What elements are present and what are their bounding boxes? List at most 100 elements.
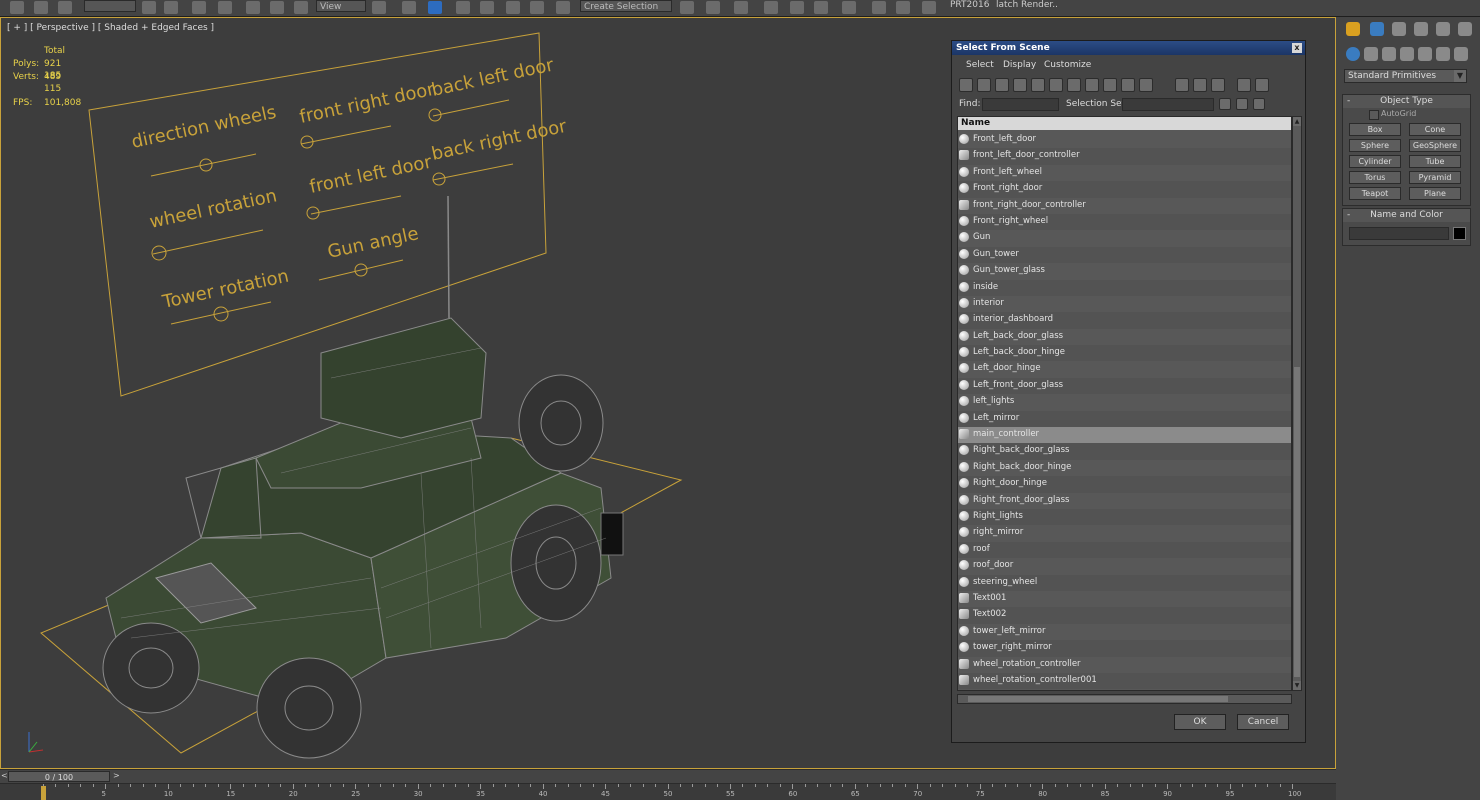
display-lights-icon[interactable] <box>995 78 1009 92</box>
pivot-icon[interactable] <box>372 1 386 14</box>
filter-icon[interactable] <box>1237 78 1251 92</box>
unlink-icon[interactable] <box>34 1 48 14</box>
scroll-up-arrow[interactable]: ▲ <box>1293 117 1301 126</box>
list-item[interactable]: interior <box>958 296 1291 312</box>
display-frozen-icon[interactable] <box>1139 78 1153 92</box>
edit-named-selection-icon[interactable] <box>556 1 570 14</box>
layer-manager-icon[interactable] <box>734 1 748 14</box>
rendered-frame-icon[interactable] <box>896 1 910 14</box>
list-item[interactable]: tower_right_mirror <box>958 640 1291 657</box>
hierarchy-icon[interactable] <box>1255 78 1269 92</box>
time-next-arrow[interactable]: > <box>113 771 120 780</box>
list-item[interactable]: Right_front_door_glass <box>958 493 1291 509</box>
select-invert-icon[interactable] <box>1211 78 1225 92</box>
vertical-scroll-thumb[interactable] <box>1294 367 1300 677</box>
render-setup-icon[interactable] <box>872 1 886 14</box>
bind-icon[interactable] <box>58 1 72 14</box>
display-geometry-icon[interactable] <box>959 78 973 92</box>
list-item[interactable]: Right_lights <box>958 508 1291 526</box>
display-spacewarps-icon[interactable] <box>1049 78 1063 92</box>
geometry-icon[interactable] <box>1346 47 1360 61</box>
select-by-name-icon[interactable] <box>164 1 178 14</box>
list-item[interactable]: Right_back_door_hinge <box>958 460 1291 476</box>
list-item[interactable]: front_right_door_controller <box>958 198 1291 214</box>
list-item[interactable]: Front_right_door <box>958 181 1291 198</box>
batch-render-button[interactable]: latch Render.. <box>996 0 1058 14</box>
align-icon[interactable] <box>706 1 720 14</box>
display-xrefs-icon[interactable] <box>1085 78 1099 92</box>
angle-snap-icon[interactable] <box>480 1 494 14</box>
list-item[interactable]: right_mirror <box>958 525 1291 541</box>
list-item[interactable]: Gun_tower_glass <box>958 263 1291 279</box>
create-tab-icon[interactable] <box>1346 22 1360 36</box>
display-containers-icon[interactable] <box>1121 78 1135 92</box>
list-item[interactable]: tower_left_mirror <box>958 624 1291 640</box>
list-item[interactable]: wheel_rotation_controller <box>958 657 1291 673</box>
list-item[interactable]: Text001 <box>958 591 1291 607</box>
graphite-tools-icon[interactable] <box>764 1 778 14</box>
find-input[interactable] <box>982 98 1059 111</box>
list-item[interactable]: Gun <box>958 230 1291 246</box>
motion-tab-icon[interactable] <box>1414 22 1428 36</box>
spinner-snap-icon[interactable] <box>530 1 544 14</box>
display-shapes-icon[interactable] <box>977 78 991 92</box>
list-item[interactable]: wheel_rotation_controller001 <box>958 672 1291 690</box>
list-item[interactable]: Front_left_wheel <box>958 165 1291 181</box>
list-item[interactable]: Text002 <box>958 607 1291 624</box>
horizontal-scroll-thumb[interactable] <box>968 696 1228 702</box>
object-color-swatch[interactable] <box>1453 227 1466 240</box>
time-prev-arrow[interactable]: < <box>1 771 8 780</box>
list-item[interactable]: Gun_tower <box>958 246 1291 264</box>
column-header-name[interactable]: Name <box>958 117 1291 130</box>
select-none-icon[interactable] <box>1193 78 1207 92</box>
list-vertical-scrollbar[interactable]: ▲ ▼ <box>1292 116 1302 691</box>
list-item[interactable]: steering_wheel <box>958 574 1291 591</box>
ok-button[interactable]: OK <box>1174 714 1226 730</box>
list-item[interactable]: Left_front_door_glass <box>958 377 1291 395</box>
spacewarps-icon[interactable] <box>1436 47 1450 61</box>
list-item[interactable]: inside <box>958 279 1291 296</box>
close-icon[interactable]: x <box>1292 43 1302 53</box>
primitive-button-cone[interactable]: Cone <box>1409 123 1461 136</box>
display-bones-icon[interactable] <box>1103 78 1117 92</box>
list-item[interactable]: Left_door_hinge <box>958 361 1291 377</box>
selection-filter-dropdown[interactable] <box>84 0 136 12</box>
region-select-icon[interactable] <box>192 1 206 14</box>
frame-counter[interactable]: 0 / 100 <box>8 771 110 782</box>
display-groups-icon[interactable] <box>1067 78 1081 92</box>
primitive-button-geosphere[interactable]: GeoSphere <box>1409 139 1461 152</box>
display-helpers-icon[interactable] <box>1031 78 1045 92</box>
menu-select[interactable]: Select <box>966 58 994 72</box>
material-editor-icon[interactable] <box>842 1 856 14</box>
modify-tab-icon[interactable] <box>1370 22 1384 36</box>
list-item[interactable]: Left_mirror <box>958 410 1291 428</box>
menu-display[interactable]: Display <box>1003 58 1036 72</box>
list-item[interactable]: Front_left_door <box>958 132 1291 148</box>
object-name-input[interactable] <box>1349 227 1449 240</box>
menu-customize[interactable]: Customize <box>1044 58 1091 72</box>
list-item[interactable]: Front_right_wheel <box>958 213 1291 231</box>
mirror-icon[interactable] <box>680 1 694 14</box>
primitive-button-teapot[interactable]: Teapot <box>1349 187 1401 200</box>
window-crossing-icon[interactable] <box>218 1 232 14</box>
name-color-header[interactable]: - Name and Color <box>1343 209 1470 222</box>
primitive-button-torus[interactable]: Torus <box>1349 171 1401 184</box>
sync-selection-icon[interactable] <box>1253 98 1265 110</box>
list-horizontal-scrollbar[interactable] <box>957 694 1292 704</box>
link-icon[interactable] <box>10 1 24 14</box>
move-icon[interactable] <box>246 1 260 14</box>
primitive-button-sphere[interactable]: Sphere <box>1349 139 1401 152</box>
list-item[interactable]: Right_back_door_glass <box>958 443 1291 460</box>
select-manipulate-icon[interactable] <box>402 1 416 14</box>
scroll-down-arrow[interactable]: ▼ <box>1293 681 1301 690</box>
track-bar[interactable]: 5 10 15 20 25 30 35 40 45 50 55 60 65 70 75 80 85 90 95 100 <box>0 784 1336 800</box>
select-object-icon[interactable] <box>142 1 156 14</box>
primitive-button-tube[interactable]: Tube <box>1409 155 1461 168</box>
list-item[interactable]: Left_back_door_glass <box>958 329 1291 345</box>
scale-icon[interactable] <box>294 1 308 14</box>
cameras-icon[interactable] <box>1400 47 1414 61</box>
primitive-button-cylinder[interactable]: Cylinder <box>1349 155 1401 168</box>
list-item[interactable]: wheel_rotation_controller002 <box>958 689 1291 690</box>
utilities-tab-icon[interactable] <box>1458 22 1472 36</box>
list-item[interactable]: roof_door <box>958 558 1291 574</box>
